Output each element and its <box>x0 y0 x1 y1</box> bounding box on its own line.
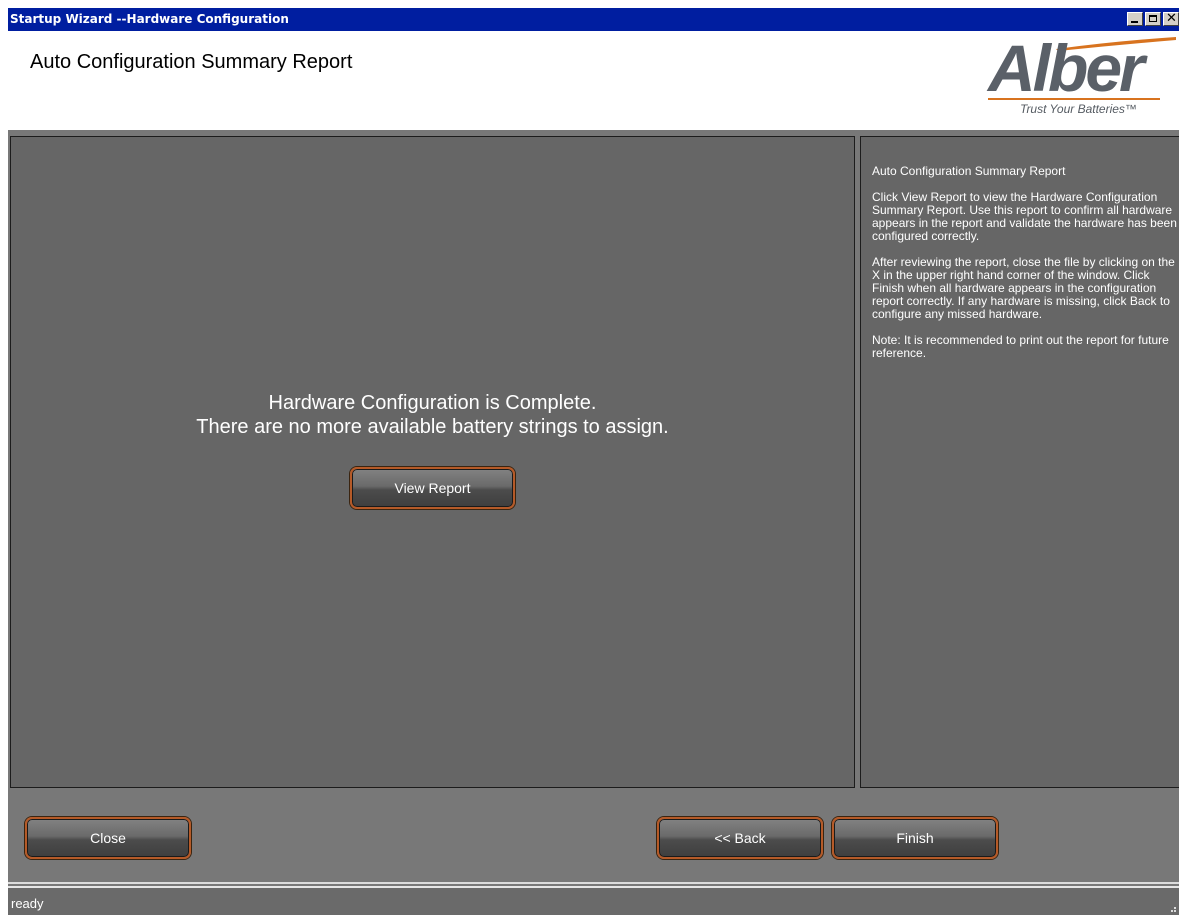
main-panel: Hardware Configuration is Complete. Ther… <box>10 136 855 788</box>
back-button[interactable]: << Back <box>657 817 823 859</box>
finish-button[interactable]: Finish <box>832 817 998 859</box>
status-bar: ready <box>8 886 1179 915</box>
header: Auto Configuration Summary Report Alber … <box>8 31 1179 130</box>
help-text: Auto Configuration Summary Report Click … <box>872 165 1179 373</box>
logo-underline <box>988 98 1160 100</box>
help-title: Auto Configuration Summary Report <box>872 164 1066 178</box>
status-text: ready <box>11 896 44 911</box>
resize-grip-icon[interactable] <box>1167 903 1177 913</box>
view-report-button[interactable]: View Report <box>350 467 515 509</box>
close-icon: ✕ <box>1166 11 1177 26</box>
help-paragraph: Click View Report to view the Hardware C… <box>872 190 1177 243</box>
minimize-icon <box>1131 21 1138 23</box>
window-title: Startup Wizard --Hardware Configuration <box>10 12 289 26</box>
maximize-icon <box>1149 15 1157 22</box>
close-button[interactable]: Close <box>25 817 191 859</box>
wizard-window: Startup Wizard --Hardware Configuration … <box>0 0 1179 915</box>
completion-message: Hardware Configuration is Complete. Ther… <box>11 391 854 439</box>
wizard-body: Hardware Configuration is Complete. Ther… <box>8 130 1179 886</box>
logo-tagline: Trust Your Batteries™ <box>1020 102 1137 116</box>
logo-wordmark: Alber <box>988 31 1145 105</box>
minimize-button[interactable] <box>1127 12 1143 26</box>
help-paragraph: After reviewing the report, close the fi… <box>872 255 1175 321</box>
maximize-button[interactable] <box>1145 12 1161 26</box>
footer-divider <box>8 882 1179 884</box>
help-panel: Auto Configuration Summary Report Click … <box>860 136 1179 788</box>
alber-logo: Alber Trust Your Batteries™ <box>988 35 1179 131</box>
window-controls: ✕ <box>1125 11 1179 28</box>
completion-message-line2: There are no more available battery stri… <box>196 416 669 438</box>
help-paragraph: Note: It is recommended to print out the… <box>872 333 1169 360</box>
page-title: Auto Configuration Summary Report <box>30 51 353 73</box>
close-window-button[interactable]: ✕ <box>1163 11 1179 26</box>
title-bar[interactable]: Startup Wizard --Hardware Configuration … <box>8 8 1179 31</box>
completion-message-line1: Hardware Configuration is Complete. <box>268 392 597 414</box>
